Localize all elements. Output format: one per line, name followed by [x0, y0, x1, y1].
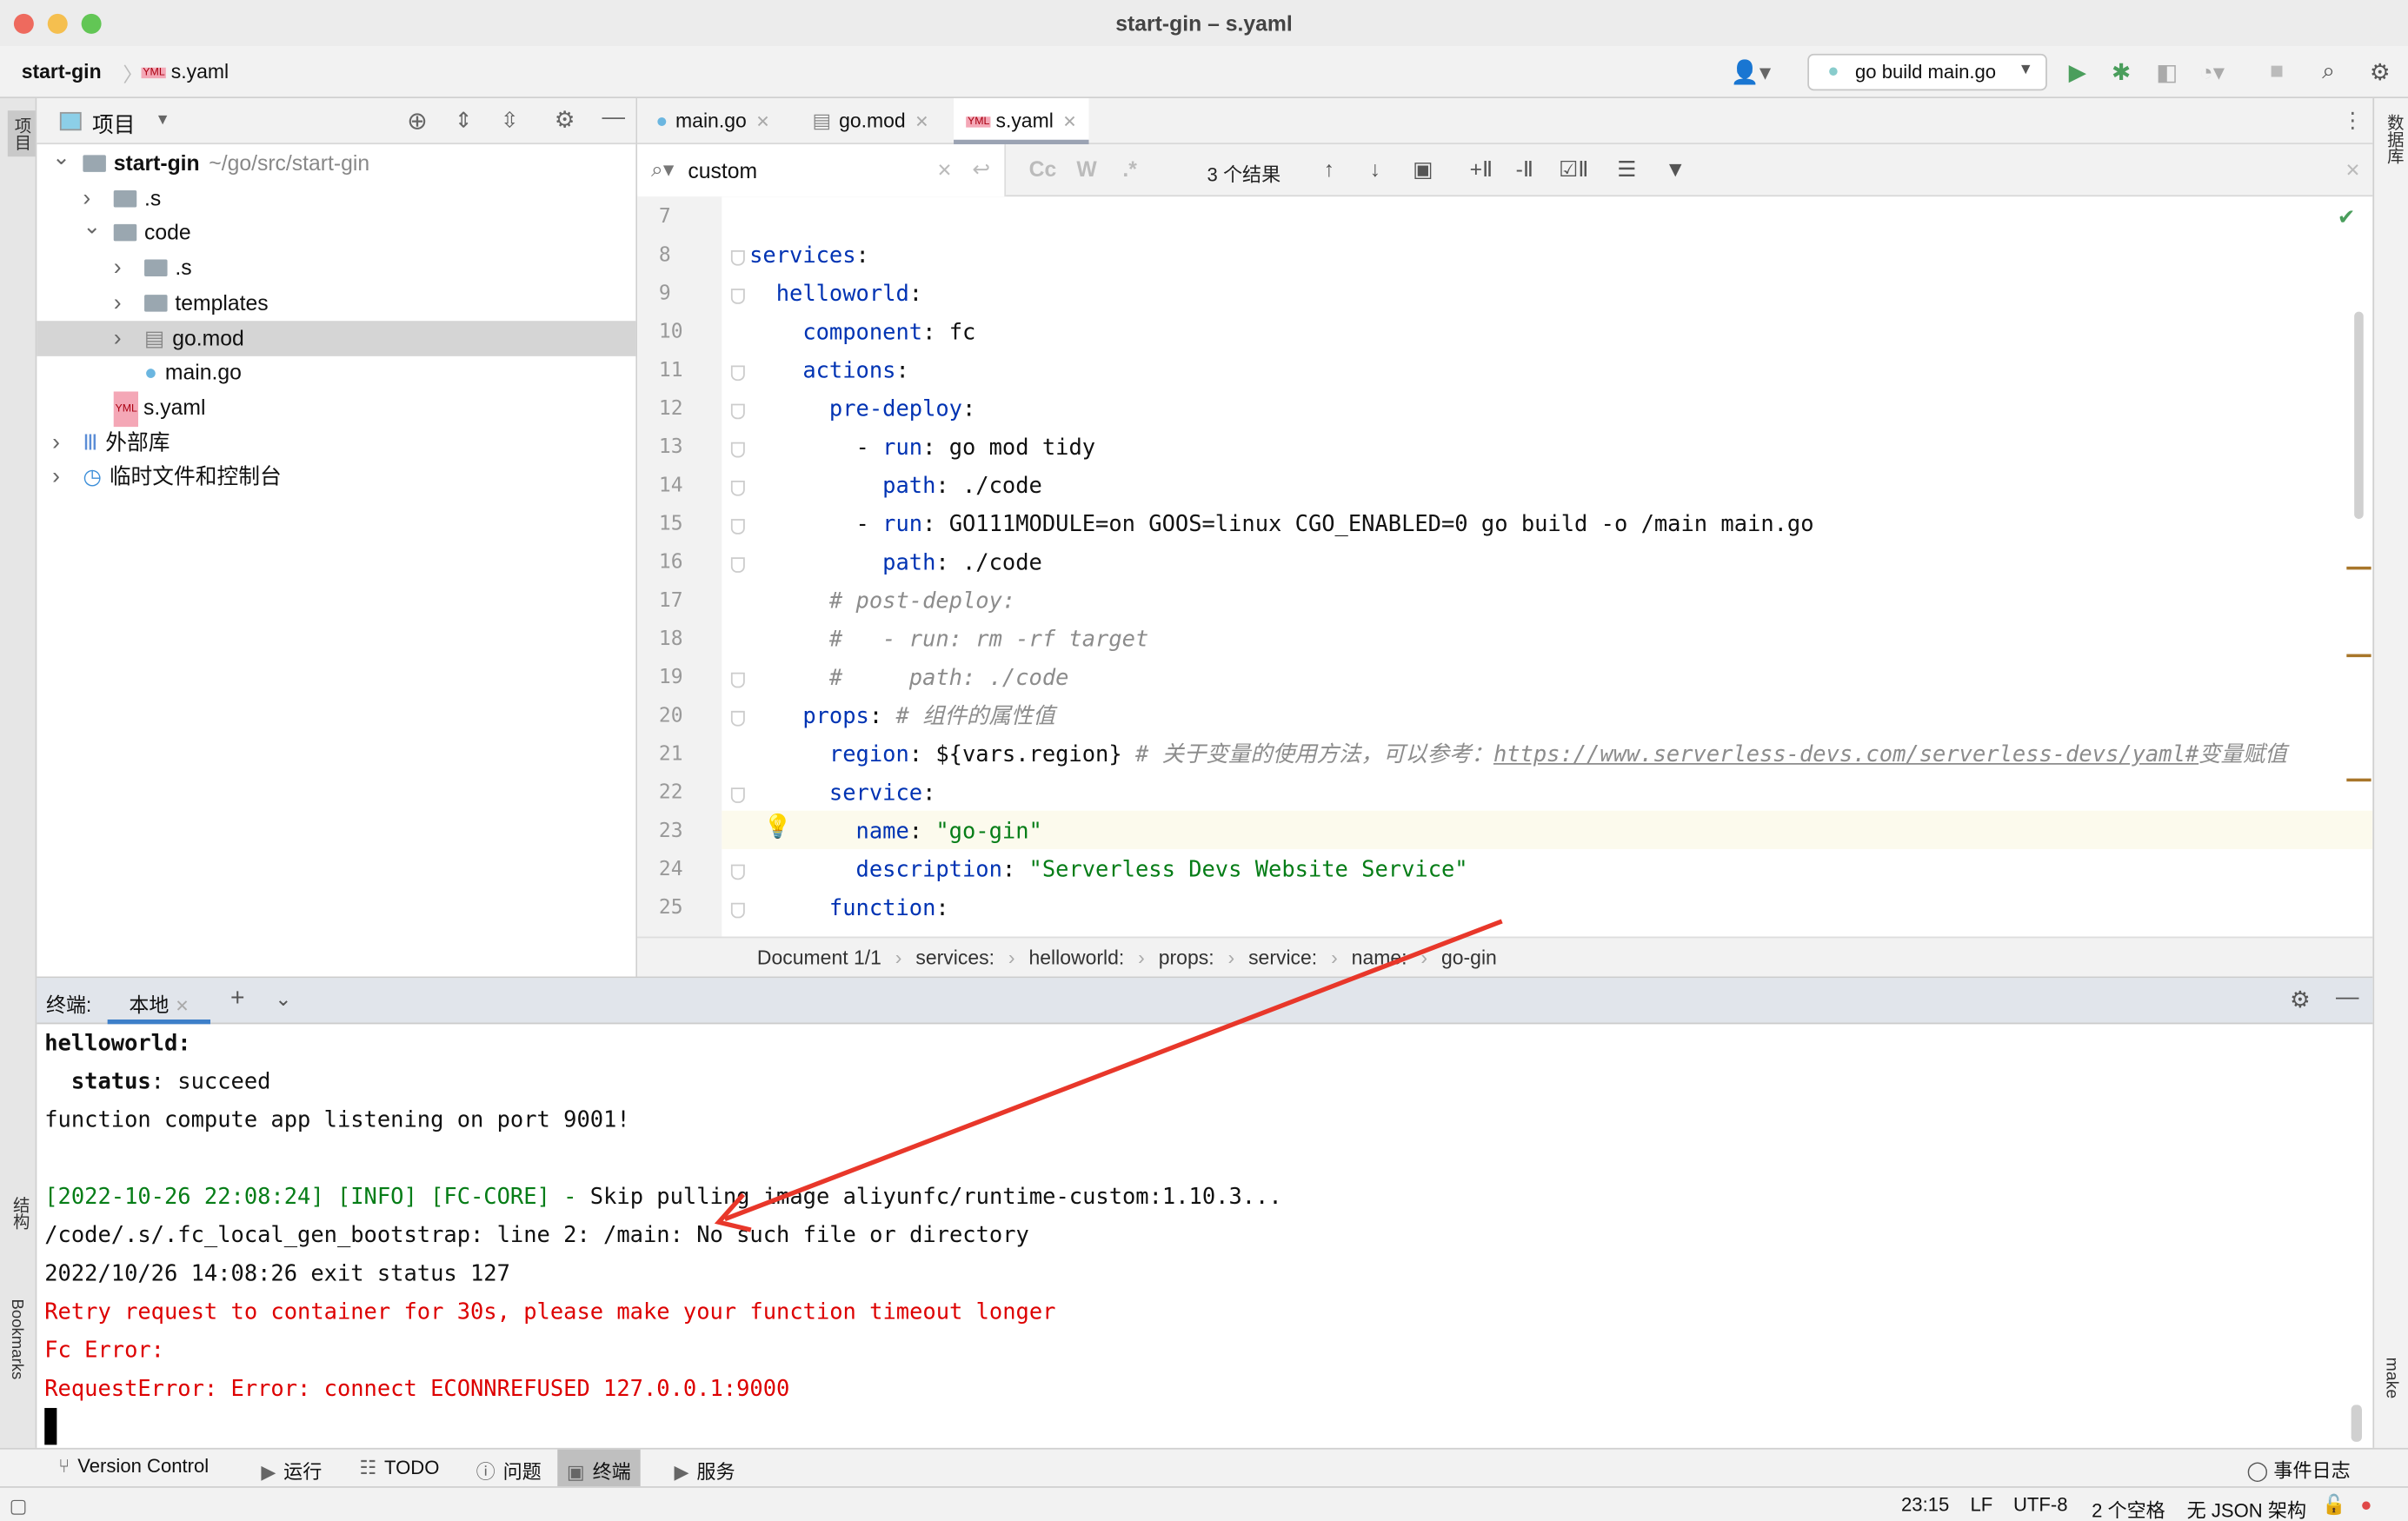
tool-window-label: 运行: [283, 1461, 323, 1484]
lock-icon[interactable]: 🔓: [2322, 1494, 2346, 1517]
tool-window-icon: ⑂: [58, 1455, 70, 1478]
tool-window-icon: ▣: [566, 1461, 585, 1484]
tool-window-0[interactable]: ⑂ Version Control: [50, 1450, 218, 1486]
arrow-shaft: [723, 919, 1503, 1222]
tool-window-5[interactable]: ▶ 服务: [665, 1450, 744, 1486]
tool-window-bar: ⑂ Version Control ▶ 运行 ☷ TODO ⓘ 问题 ▣ 终端 ▶ 服务: [0, 1447, 2408, 1487]
layout-icon[interactable]: ▢: [10, 1494, 28, 1518]
json-schema[interactable]: 无 JSON 架构: [2187, 1494, 2306, 1521]
tool-window-icon: ▶: [261, 1461, 276, 1484]
indent-setting[interactable]: 2 个空格: [2092, 1494, 2165, 1521]
tool-window-1[interactable]: ▶ 运行: [252, 1450, 331, 1486]
tool-window-label: 服务: [696, 1461, 735, 1484]
tool-window-icon: ▶: [674, 1461, 689, 1484]
tool-window-4[interactable]: ▣ 终端: [557, 1449, 641, 1487]
event-log-icon: ◯: [2246, 1460, 2274, 1482]
tool-window-icon: ⓘ: [476, 1461, 496, 1484]
tool-window-label: Version Control: [77, 1455, 210, 1478]
event-log-button[interactable]: ◯ 事件日志: [2247, 1454, 2351, 1484]
notification-icon[interactable]: ●: [2360, 1494, 2371, 1516]
caret-position[interactable]: 23:15: [1901, 1494, 1949, 1516]
tool-window-label: 问题: [502, 1461, 542, 1484]
tool-window-label: 终端: [592, 1461, 631, 1484]
tool-window-2[interactable]: ☷ TODO: [350, 1450, 449, 1486]
tool-window-3[interactable]: ⓘ 问题: [467, 1450, 550, 1486]
file-encoding[interactable]: UTF-8: [2013, 1494, 2068, 1516]
line-separator[interactable]: LF: [1971, 1494, 1993, 1516]
event-log-label: 事件日志: [2273, 1460, 2351, 1482]
tool-window-icon: ☷: [359, 1457, 377, 1479]
annotation-arrow: [714, 919, 1503, 1232]
tool-window-label: TODO: [384, 1457, 440, 1479]
ide-window: start-gin – s.yaml start-gin 〉 YML s.yaml…: [0, 0, 2408, 1521]
status-bar: ▢ 23:15 LF UTF-8 2 个空格 无 JSON 架构 🔓 ●: [0, 1486, 2408, 1521]
